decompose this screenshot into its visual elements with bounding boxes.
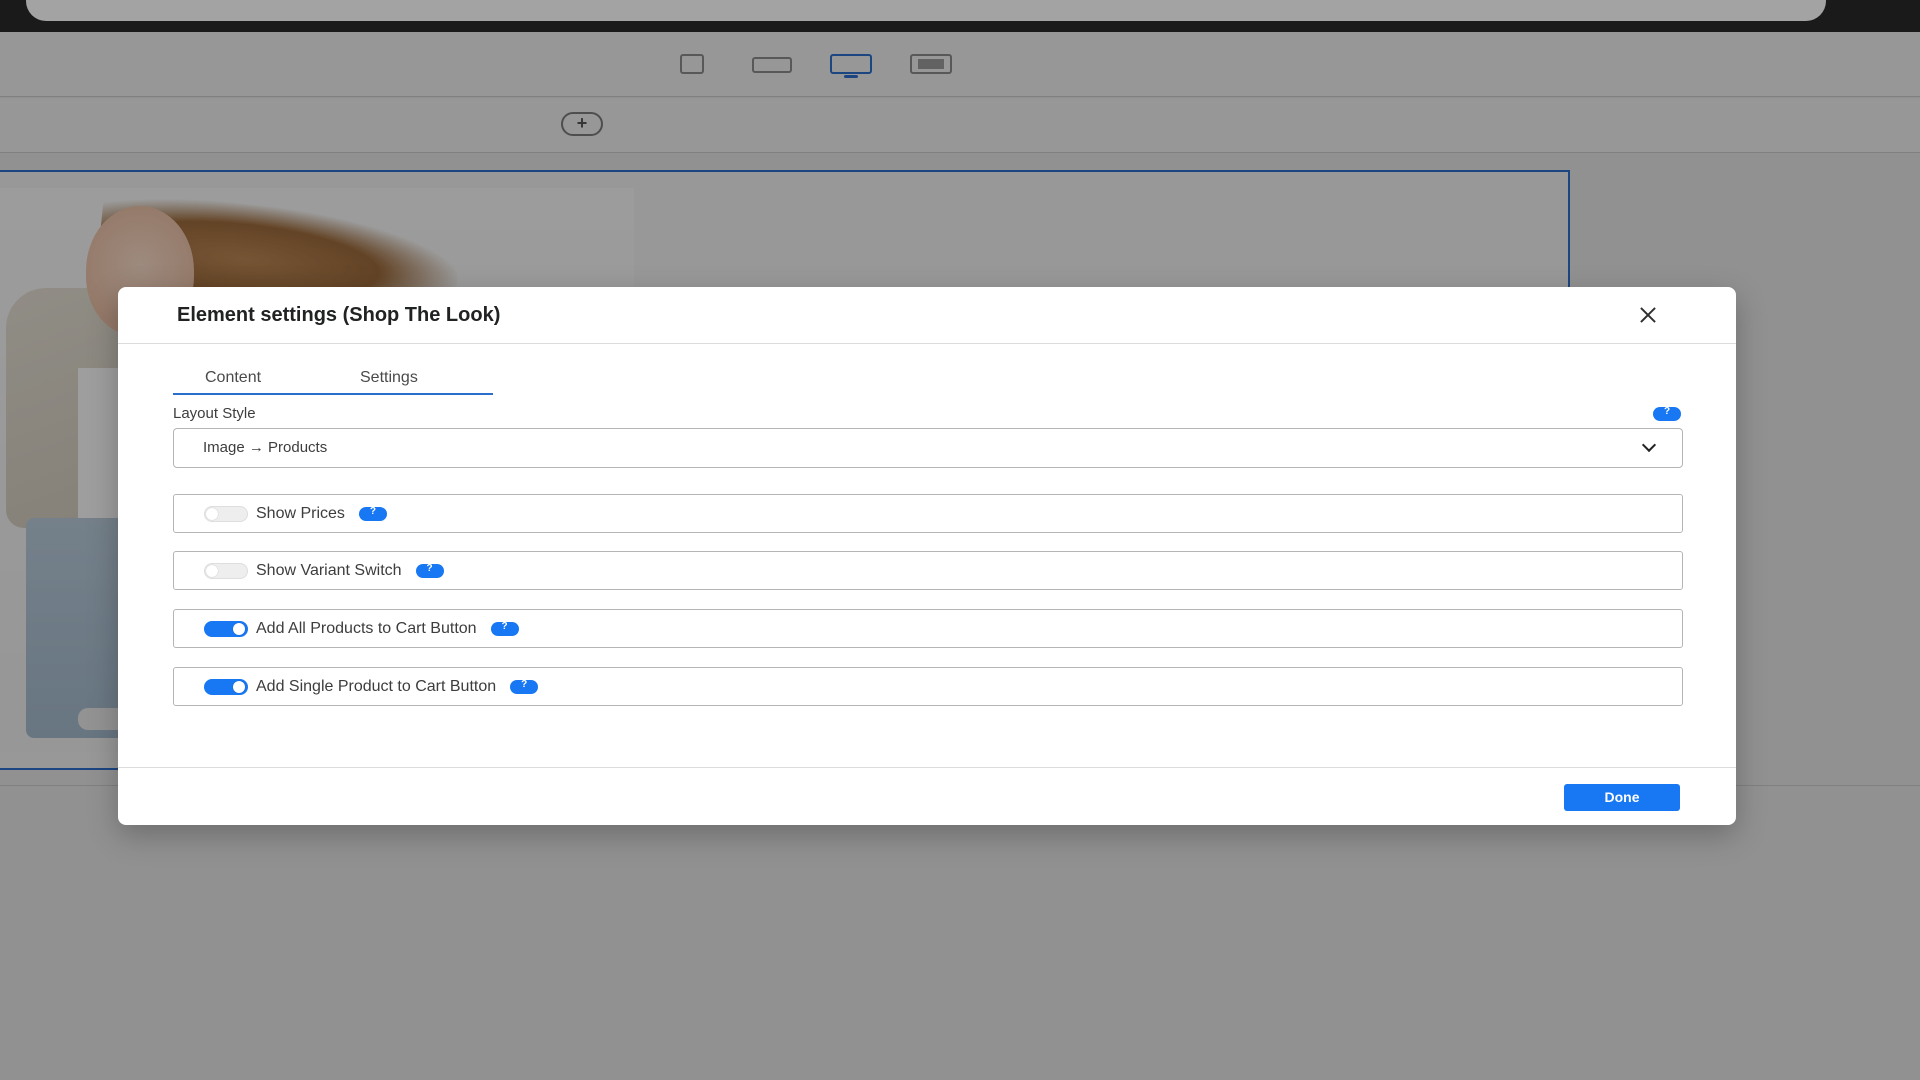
- add-single-product-toggle[interactable]: [204, 679, 248, 695]
- modal-footer: Done: [118, 767, 1736, 825]
- tab-bar: Content Settings: [173, 365, 493, 395]
- modal-title: Element settings (Shop The Look): [177, 304, 501, 326]
- tab-settings[interactable]: Settings: [360, 369, 418, 387]
- element-settings-modal: Element settings (Shop The Look) Content…: [118, 287, 1736, 825]
- modal-header: Element settings (Shop The Look): [118, 287, 1736, 344]
- toggle-row-add-single-product: Add Single Product to Cart Button: [173, 667, 1683, 706]
- add-all-products-toggle[interactable]: [204, 621, 248, 637]
- help-icon[interactable]: [415, 563, 444, 578]
- layout-style-select[interactable]: Image → Products: [173, 428, 1683, 468]
- tab-content[interactable]: Content: [205, 369, 261, 387]
- toggle-row-show-variant-switch: Show Variant Switch: [173, 551, 1683, 590]
- toggle-label: Add Single Product to Cart Button: [256, 678, 497, 695]
- help-icon[interactable]: [510, 679, 539, 694]
- show-prices-toggle[interactable]: [204, 506, 248, 522]
- help-icon[interactable]: [1653, 406, 1681, 421]
- chevron-down-icon: [1641, 437, 1657, 453]
- toggle-label: Show Prices: [256, 505, 345, 522]
- toggle-label: Show Variant Switch: [256, 562, 402, 579]
- done-button[interactable]: Done: [1564, 784, 1680, 811]
- close-icon[interactable]: [1634, 301, 1662, 329]
- toggle-row-show-prices: Show Prices: [173, 494, 1683, 533]
- toggle-label: Add All Products to Cart Button: [256, 620, 477, 637]
- help-icon[interactable]: [358, 506, 387, 521]
- show-variant-switch-toggle[interactable]: [204, 563, 248, 579]
- layout-style-value: Image → Products: [203, 439, 328, 456]
- toggle-row-add-all-products: Add All Products to Cart Button: [173, 609, 1683, 648]
- layout-style-label: Layout Style: [173, 405, 256, 422]
- help-icon[interactable]: [490, 621, 519, 636]
